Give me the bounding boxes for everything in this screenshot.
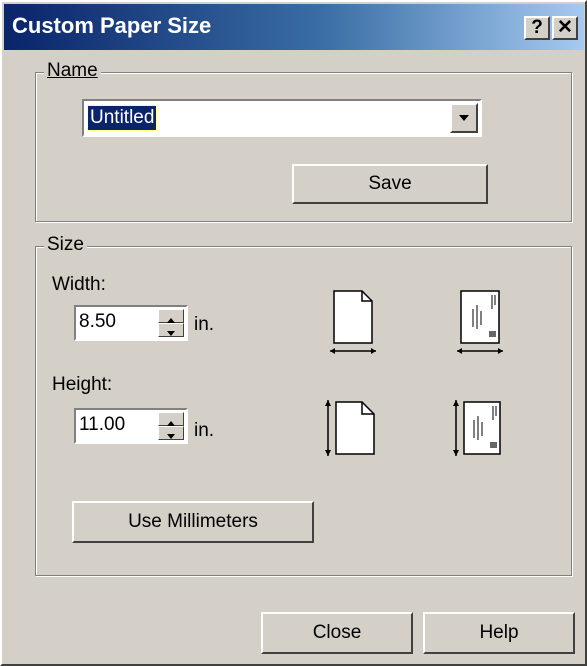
custom-paper-size-dialog: Custom Paper Size ? ✕ Name Untitled Save… [0, 0, 587, 666]
width-increment-button[interactable] [158, 309, 184, 323]
chevron-down-icon [459, 115, 469, 121]
question-icon: ? [531, 17, 543, 38]
width-decrement-button[interactable] [158, 323, 184, 337]
width-unit: in. [194, 314, 215, 335]
height-decrement-button[interactable] [158, 426, 184, 440]
height-value: 11.00 [79, 414, 126, 435]
width-label: Width: [52, 274, 106, 295]
save-button[interactable]: Save [292, 164, 488, 204]
name-legend-text: Name [47, 60, 98, 81]
width-spin-buttons[interactable] [158, 309, 184, 337]
help-button-label: Help [479, 622, 519, 643]
name-group-legend: Name [44, 60, 101, 82]
close-button[interactable]: Close [261, 612, 413, 654]
height-label: Height: [52, 374, 113, 395]
arrow-down-icon [167, 331, 175, 336]
arrow-down-icon [167, 434, 175, 439]
combobox-dropdown-button[interactable] [450, 103, 478, 133]
save-button-label: Save [368, 173, 412, 194]
height-spinbox[interactable]: 11.00 [74, 408, 188, 444]
envelope-height-icon [453, 400, 501, 456]
height-unit: in. [194, 420, 215, 441]
height-spin-buttons[interactable] [158, 412, 184, 440]
window-title: Custom Paper Size [12, 13, 212, 38]
name-combobox[interactable]: Untitled [82, 99, 482, 137]
help-button[interactable]: Help [423, 612, 575, 654]
portrait-height-icon [325, 400, 375, 456]
envelope-width-icon [457, 290, 503, 354]
height-increment-button[interactable] [158, 412, 184, 426]
width-spinbox[interactable]: 8.50 [74, 305, 188, 341]
close-icon: ✕ [557, 17, 573, 38]
name-combobox-value: Untitled [86, 105, 158, 131]
size-group-legend: Size [44, 234, 87, 256]
portrait-width-icon [330, 290, 376, 354]
use-millimeters-button[interactable]: Use Millimeters [72, 501, 314, 543]
close-button-label: Close [312, 622, 362, 643]
use-millimeters-label: Use Millimeters [128, 511, 258, 532]
help-title-button[interactable]: ? [524, 16, 550, 40]
title-bar[interactable]: Custom Paper Size ? ✕ [4, 4, 584, 50]
close-title-button[interactable]: ✕ [552, 16, 578, 40]
width-value: 8.50 [79, 311, 116, 332]
